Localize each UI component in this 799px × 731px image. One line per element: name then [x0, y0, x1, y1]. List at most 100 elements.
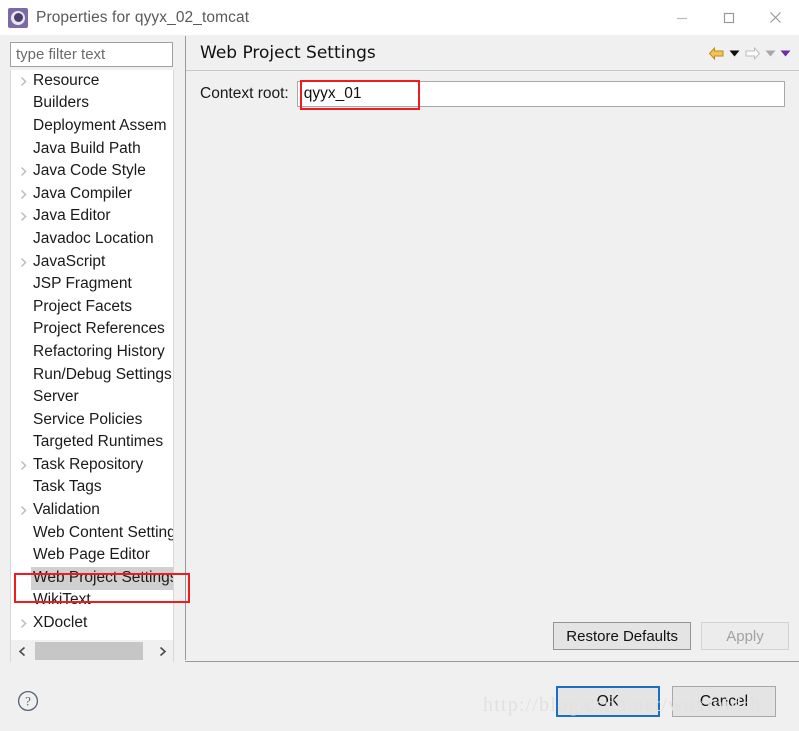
tree-item-highlight: XDoclet: [31, 612, 89, 635]
properties-gear-icon: [8, 7, 28, 28]
view-menu-triangle-icon[interactable]: [780, 49, 791, 58]
close-icon[interactable]: [752, 0, 799, 35]
tree-item-highlight: Java Editor: [31, 205, 113, 228]
sidebar-item-java-compiler[interactable]: Java Compiler: [11, 183, 173, 206]
tree-item-highlight: Run/Debug Settings: [31, 364, 173, 387]
tree-horizontal-scrollbar[interactable]: [10, 640, 174, 662]
sidebar-item-label: JavaScript: [33, 252, 106, 270]
title-bar: Properties for qyyx_02_tomcat: [0, 0, 799, 35]
settings-tree[interactable]: Resource Builders Deployment Assem Java Bui…: [10, 70, 174, 640]
sidebar-item-java-build-path[interactable]: Java Build Path: [11, 138, 173, 161]
sidebar-item-label: JSP Fragment: [33, 275, 132, 293]
sidebar-item-label: Validation: [33, 501, 100, 519]
restore-defaults-button[interactable]: Restore Defaults: [553, 622, 691, 650]
sidebar-item-xdoclet[interactable]: XDoclet: [11, 612, 173, 635]
sidebar-item-run-debug-settings[interactable]: Run/Debug Settings: [11, 364, 173, 387]
sidebar-item-label: Java Code Style: [33, 162, 146, 180]
dialog-buttons: OK Cancel: [556, 686, 776, 717]
sidebar-item-validation[interactable]: Validation: [11, 499, 173, 522]
window-title: Properties for qyyx_02_tomcat: [36, 8, 250, 26]
chevron-right-icon[interactable]: [15, 166, 31, 177]
sidebar-item-wikitext[interactable]: WikiText: [11, 590, 173, 613]
help-icon[interactable]: ?: [17, 690, 39, 712]
tree-item-highlight: Refactoring History: [31, 341, 167, 364]
tree-item-highlight: Web Content Settings: [31, 522, 174, 545]
sidebar-item-label: Resource: [33, 71, 100, 89]
sidebar-item-project-references[interactable]: Project References: [11, 319, 173, 342]
scrollbar-track[interactable]: [33, 640, 151, 662]
tree-item-highlight: Server: [31, 386, 81, 409]
chevron-right-icon[interactable]: [151, 640, 173, 662]
minimize-icon[interactable]: [658, 0, 705, 35]
tree-item-highlight: JavaScript: [31, 251, 107, 274]
chevron-right-icon[interactable]: [15, 189, 31, 200]
sidebar-item-label: Server: [33, 388, 79, 406]
sidebar-item-targeted-runtimes[interactable]: Targeted Runtimes: [11, 432, 173, 455]
scrollbar-thumb[interactable]: [35, 642, 143, 660]
chevron-left-icon[interactable]: [11, 640, 33, 662]
chevron-right-icon[interactable]: [15, 505, 31, 516]
context-root-input[interactable]: [297, 82, 784, 106]
tree-item-highlight: Project References: [31, 318, 167, 341]
back-arrow-icon[interactable]: [708, 46, 725, 61]
tree-item-highlight: Targeted Runtimes: [31, 431, 165, 454]
page-header: Web Project Settings: [186, 36, 799, 71]
context-root-label: Context root:: [200, 85, 289, 102]
properties-dialog: Properties for qyyx_02_tomcat Resource Bu…: [0, 0, 799, 731]
tree-item-highlight: Service Policies: [31, 409, 144, 432]
settings-page: Web Project Settings Context root: qyyx_…: [185, 36, 799, 660]
sidebar-item-label: Java Build Path: [33, 139, 141, 157]
tree-item-highlight: Builders: [31, 92, 91, 115]
sidebar-item-javascript[interactable]: JavaScript: [11, 251, 173, 274]
sidebar-item-web-page-editor[interactable]: Web Page Editor: [11, 544, 173, 567]
sidebar-item-task-repository[interactable]: Task Repository: [11, 454, 173, 477]
sidebar-item-label: Targeted Runtimes: [33, 433, 164, 451]
sidebar-item-server[interactable]: Server: [11, 386, 173, 409]
chevron-right-icon[interactable]: [15, 211, 31, 222]
sidebar-item-deployment-assem[interactable]: Deployment Assem: [11, 115, 173, 138]
apply-button: Apply: [701, 622, 789, 650]
tree-item-highlight: Deployment Assem: [31, 115, 169, 138]
tree-item-highlight: Validation: [31, 499, 102, 522]
search-input[interactable]: [11, 46, 172, 63]
sidebar-item-label: XDoclet: [33, 614, 88, 632]
sidebar-item-task-tags[interactable]: Task Tags: [11, 477, 173, 500]
cancel-button[interactable]: Cancel: [672, 686, 776, 717]
sidebar-item-java-code-style[interactable]: Java Code Style: [11, 160, 173, 183]
sidebar-item-label: Project Facets: [33, 297, 133, 315]
sidebar-item-jsp-fragment[interactable]: JSP Fragment: [11, 273, 173, 296]
maximize-icon[interactable]: [705, 0, 752, 35]
sidebar-item-web-project-settings[interactable]: Web Project Settings: [11, 566, 173, 590]
sidebar-item-label: WikiText: [33, 591, 91, 609]
page-action-buttons: Restore Defaults Apply: [553, 622, 789, 650]
sidebar-item-refactoring-history[interactable]: Refactoring History: [11, 341, 173, 364]
page-navigation: [708, 36, 791, 70]
sidebar-item-service-policies[interactable]: Service Policies: [11, 409, 173, 432]
sidebar-item-java-editor[interactable]: Java Editor: [11, 206, 173, 229]
tree-item-highlight: Java Build Path: [31, 138, 143, 161]
tree-item-highlight: Web Project Settings: [31, 566, 173, 590]
tree-item-highlight: Project Facets: [31, 296, 134, 319]
sidebar-item-label: Web Content Settings: [33, 523, 174, 541]
back-dropdown-triangle-icon[interactable]: [729, 49, 740, 58]
sidebar-item-label: Deployment Assem: [33, 116, 167, 134]
sidebar-item-resource[interactable]: Resource: [11, 70, 173, 93]
chevron-right-icon[interactable]: [15, 76, 31, 87]
filter-box[interactable]: [10, 42, 173, 67]
sidebar-item-label: Task Repository: [33, 455, 144, 473]
tree-item-highlight: WikiText: [31, 589, 93, 612]
tree-item-highlight: Task Tags: [31, 476, 104, 499]
sidebar-item-javadoc-location[interactable]: Javadoc Location: [11, 228, 173, 251]
sidebar-item-web-content-settings[interactable]: Web Content Settings: [11, 522, 173, 545]
sidebar-item-builders[interactable]: Builders: [11, 93, 173, 116]
context-root-field[interactable]: [296, 81, 785, 107]
sidebar-item-label: Java Editor: [33, 207, 111, 225]
chevron-right-icon[interactable]: [15, 460, 31, 471]
chevron-right-icon[interactable]: [15, 618, 31, 629]
chevron-right-icon[interactable]: [15, 257, 31, 268]
ok-button[interactable]: OK: [556, 686, 660, 717]
forward-arrow-icon: [744, 46, 761, 61]
sidebar-item-project-facets[interactable]: Project Facets: [11, 296, 173, 319]
tree-item-highlight: Resource: [31, 70, 101, 93]
context-root-row: Context root:: [186, 80, 799, 108]
